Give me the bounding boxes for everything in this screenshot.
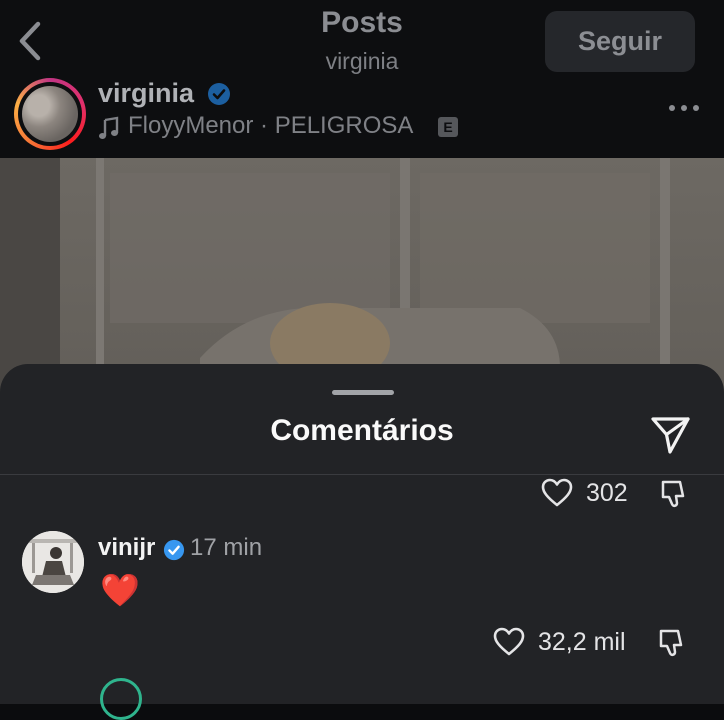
- comments-sheet: Comentários 302 vinijr 17 min ❤️ 32,2 mi…: [0, 364, 724, 720]
- explicit-badge: E: [438, 117, 458, 137]
- next-comment-avatar[interactable]: [100, 678, 142, 720]
- music-note-icon: [99, 116, 119, 139]
- like-count: 302: [586, 478, 628, 507]
- avatar-photo: [22, 86, 78, 142]
- comment-actions: 32,2 mil: [492, 622, 690, 662]
- heart-outline-icon[interactable]: [492, 626, 526, 658]
- thumbs-down-icon[interactable]: [658, 476, 692, 510]
- top-bar: Posts virginia Seguir virginia FloyyMeno…: [0, 0, 724, 158]
- post-author-avatar[interactable]: [14, 78, 86, 150]
- comments-title: Comentários: [270, 414, 454, 447]
- heart-outline-icon[interactable]: [540, 477, 574, 509]
- thumbs-down-icon[interactable]: [656, 625, 690, 659]
- avatar-photo: [22, 531, 84, 593]
- verified-badge-icon: [208, 83, 230, 105]
- comment-timestamp: 17 min: [190, 534, 263, 561]
- post-author-username[interactable]: virginia: [98, 78, 194, 109]
- send-icon[interactable]: [650, 414, 692, 456]
- music-attribution[interactable]: FloyyMenor · PELIGROSA: [128, 112, 413, 140]
- more-horizontal-icon[interactable]: [664, 98, 704, 118]
- like-count: 32,2 mil: [538, 627, 626, 656]
- previous-comment-actions: 302: [540, 473, 692, 513]
- verified-badge-icon: [163, 539, 185, 561]
- sheet-drag-handle[interactable]: [332, 390, 394, 395]
- comment-author-avatar[interactable]: [22, 531, 84, 593]
- comment-text: ❤️: [100, 572, 140, 608]
- comment-author-username[interactable]: vinijr: [98, 534, 155, 562]
- follow-button[interactable]: Seguir: [545, 11, 695, 72]
